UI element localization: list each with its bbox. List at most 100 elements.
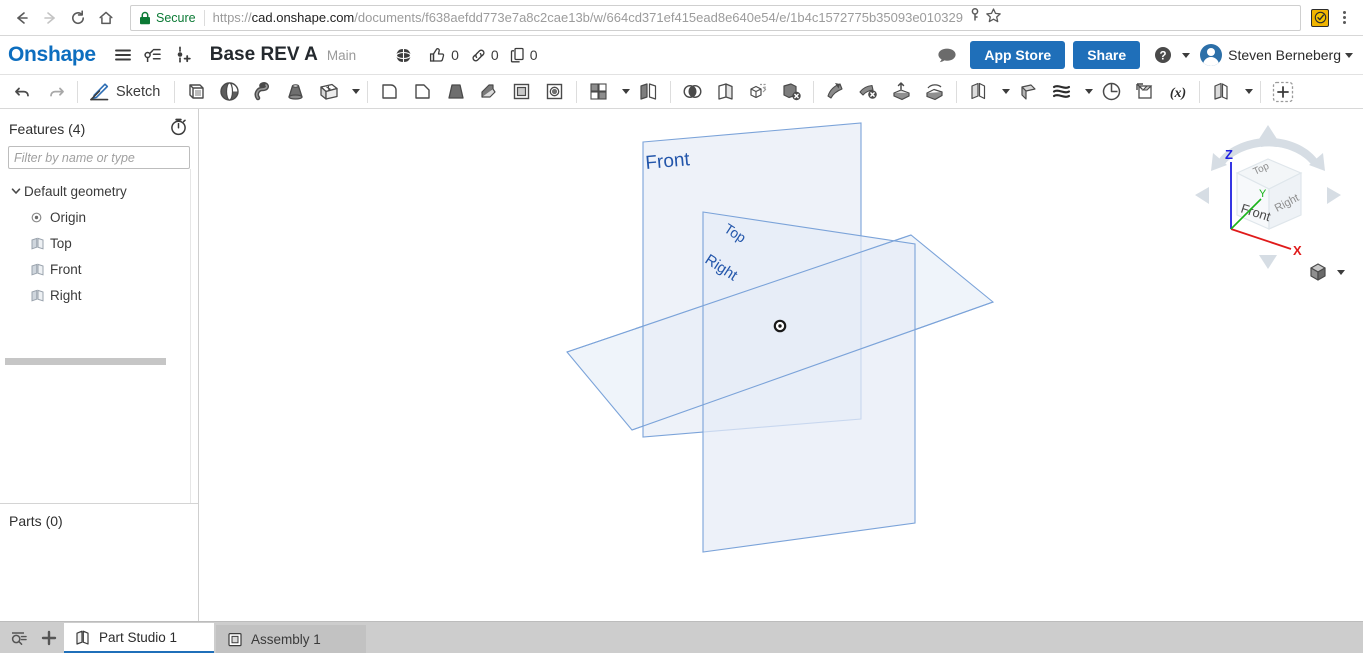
feature-tree: Default geometry Origin Top Front Right (0, 169, 198, 503)
user-chevron-down-icon[interactable] (1345, 52, 1353, 58)
variable-icon[interactable]: (x) (1161, 77, 1194, 107)
tree-item-right[interactable]: Right (0, 282, 198, 308)
display-style-button[interactable] (1307, 261, 1345, 283)
pattern-icon[interactable] (582, 77, 615, 107)
right-plane (702, 211, 916, 553)
tab-search-icon[interactable] (4, 623, 34, 653)
document-title[interactable]: Base REV A (210, 44, 318, 66)
links-count: 0 (490, 47, 499, 63)
help-question-icon[interactable]: ? (1148, 40, 1178, 70)
draft-icon[interactable] (439, 77, 472, 107)
front-plane-label: Front (645, 149, 692, 174)
feature-tree-horizontal-scrollbar[interactable] (5, 358, 166, 365)
hamburger-menu-icon[interactable] (108, 40, 138, 70)
undo-icon[interactable] (6, 77, 39, 107)
tree-item-default-geometry[interactable]: Default geometry (0, 178, 198, 204)
curve-chevron-down-icon[interactable] (1078, 77, 1095, 107)
plane-icon[interactable] (962, 77, 995, 107)
avatar (1200, 44, 1223, 66)
back-button[interactable] (8, 4, 36, 32)
globe-icon[interactable] (388, 40, 418, 70)
assembly-chevron-down-icon[interactable] (1238, 77, 1255, 107)
graphics-canvas[interactable]: Front Top Right Top Front Right Z X Y (199, 109, 1363, 653)
origin-icon (30, 211, 50, 224)
tab-assembly-1[interactable]: Assembly 1 (216, 625, 366, 653)
view-cube[interactable]: Top Front Right Z X Y (1183, 117, 1353, 277)
insert-version-icon[interactable] (168, 40, 198, 70)
display-style-cube-icon (1310, 263, 1326, 281)
tree-item-origin[interactable]: Origin (0, 204, 198, 230)
sketch-plane-icon[interactable] (1012, 77, 1045, 107)
share-button[interactable]: Share (1073, 41, 1141, 69)
sweep-icon[interactable] (246, 77, 279, 107)
delete-face-icon[interactable] (775, 77, 808, 107)
assembly-feature-icon[interactable] (1205, 77, 1238, 107)
redo-icon[interactable] (39, 77, 72, 107)
extension-icon[interactable] (1311, 8, 1329, 27)
toolbar-divider (670, 80, 672, 103)
home-button[interactable] (92, 4, 120, 32)
tree-item-top[interactable]: Top (0, 230, 198, 256)
import-derived-icon[interactable] (1128, 77, 1161, 107)
display-style-chevron-down-icon[interactable] (1337, 269, 1345, 275)
sketch-button[interactable]: Sketch (83, 77, 169, 107)
move-face-icon[interactable] (819, 77, 852, 107)
helix-icon[interactable] (1095, 77, 1128, 107)
svg-text:Z: Z (1225, 147, 1233, 162)
svg-text:(x): (x) (1170, 86, 1186, 101)
likes-counter[interactable]: 0 (428, 45, 459, 65)
shell-icon[interactable] (505, 77, 538, 107)
feature-tree-vertical-scrollbar[interactable] (190, 169, 198, 503)
tree-item-label: Right (50, 287, 82, 303)
toolbar-divider (813, 80, 815, 103)
tab-part-studio-1[interactable]: Part Studio 1 (64, 623, 214, 653)
app-store-button[interactable]: App Store (970, 41, 1066, 69)
copies-counter[interactable]: 0 (509, 46, 538, 64)
hole-icon[interactable] (538, 77, 571, 107)
tree-item-front[interactable]: Front (0, 256, 198, 282)
onshape-logo[interactable]: Onshape (8, 43, 96, 67)
features-title: Features (4) (9, 121, 86, 137)
curve-icon[interactable] (1045, 77, 1078, 107)
filter-input[interactable] (8, 146, 190, 169)
rib-icon[interactable] (472, 77, 505, 107)
delete-part-icon[interactable] (852, 77, 885, 107)
links-counter[interactable]: 0 (469, 46, 499, 65)
user-menu[interactable]: Steven Berneberg (1200, 44, 1353, 66)
feature-panel: Features (4) Default geometry Origin (0, 109, 199, 653)
plane-chevron-down-icon[interactable] (995, 77, 1012, 107)
boolean-icon[interactable] (676, 77, 709, 107)
help-chevron-down-icon[interactable] (1182, 52, 1191, 58)
thicken-icon[interactable] (312, 77, 345, 107)
version-graph-icon[interactable] (138, 40, 168, 70)
address-bar[interactable]: Secure https://cad.onshape.com/documents… (130, 4, 1301, 31)
chamfer-icon[interactable] (406, 77, 439, 107)
transform-icon[interactable] (742, 77, 775, 107)
copies-count: 0 (529, 47, 538, 63)
split-icon[interactable] (709, 77, 742, 107)
url-path: /documents/f638aefdd773e7a8c2cae13b/w/66… (354, 10, 963, 25)
fillet-icon[interactable] (373, 77, 406, 107)
forward-button[interactable] (36, 4, 64, 32)
plane-icon (30, 236, 50, 251)
star-icon[interactable] (985, 7, 1002, 29)
main-body: Features (4) Default geometry Origin (0, 109, 1363, 653)
add-custom-feature-icon[interactable] (1266, 77, 1299, 107)
add-tab-icon[interactable] (34, 623, 64, 653)
comment-bubble-icon[interactable] (932, 40, 962, 70)
mirror-icon[interactable] (632, 77, 665, 107)
loft-icon[interactable] (279, 77, 312, 107)
key-icon[interactable] (967, 7, 983, 28)
replace-face-icon[interactable] (885, 77, 918, 107)
toolbar-divider (1199, 80, 1201, 103)
rollback-timer-icon[interactable] (169, 117, 188, 141)
chevron-down-icon[interactable] (10, 185, 24, 197)
three-dot-menu-icon[interactable] (1333, 5, 1355, 31)
solids-chevron-down-icon[interactable] (345, 77, 362, 107)
pattern-chevron-down-icon[interactable] (615, 77, 632, 107)
enclose-icon[interactable] (918, 77, 951, 107)
revolve-icon[interactable] (213, 77, 246, 107)
extrude-icon[interactable] (180, 77, 213, 107)
reload-button[interactable] (64, 4, 92, 32)
toolbar-divider (367, 80, 369, 103)
